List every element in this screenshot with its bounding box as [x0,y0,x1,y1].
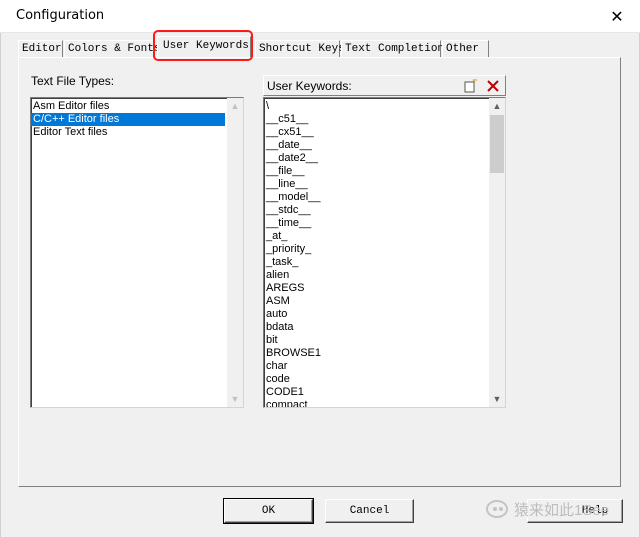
tab-label: Text Completion [345,43,445,55]
title-bar: Configuration ✕ [0,0,640,33]
tab-other[interactable]: Other [442,40,489,57]
scroll-thumb[interactable] [490,115,504,173]
tab-colors-fonts[interactable]: Colors & Fonts [64,40,160,57]
keyword-item[interactable]: __file__ [264,165,505,178]
keyword-item[interactable]: auto [264,308,505,321]
scroll-up-icon[interactable]: ▲ [489,98,505,114]
keyword-item[interactable]: alien [264,269,505,282]
new-keyword-button[interactable] [461,77,479,94]
keyword-item[interactable]: __model__ [264,191,505,204]
file-types-scrollbar[interactable]: ▲ ▼ [227,98,243,407]
keywords-scrollbar[interactable]: ▲ ▼ [489,98,505,407]
scroll-down-icon[interactable]: ▼ [227,391,243,407]
keyword-item[interactable]: ASM [264,295,505,308]
tab-label: Colors & Fonts [68,43,161,55]
keyword-item[interactable]: __cx51__ [264,126,505,139]
keyword-item[interactable]: __time__ [264,217,505,230]
keyword-item[interactable]: bit [264,334,505,347]
watermark: 猿来如此1See [486,498,609,520]
keyword-item[interactable]: __stdc__ [264,204,505,217]
keyword-item[interactable]: bdata [264,321,505,334]
keywords-label: User Keywords: [267,79,352,93]
tab-text-completion[interactable]: Text Completion [341,40,445,57]
tab-label: Other [446,43,480,55]
close-icon: ✕ [610,6,624,26]
keyword-item[interactable]: char [264,360,505,373]
tab-shortcut-keys[interactable]: Shortcut Keys [255,40,345,57]
keyword-item[interactable]: compact [264,399,505,407]
keyword-item[interactable]: _at_ [264,230,505,243]
tab-label: Shortcut Keys [259,43,345,55]
close-button[interactable]: ✕ [602,4,632,28]
delete-icon [487,79,499,92]
ok-label: OK [261,505,276,517]
keyword-item[interactable]: \ [264,100,505,113]
keyword-item[interactable]: code [264,373,505,386]
keywords-list[interactable]: \ __c51__ __cx51__ __date__ __date2__ __file_… [263,97,506,408]
keyword-item[interactable]: AREGS [264,282,505,295]
scroll-down-icon[interactable]: ▼ [489,391,505,407]
keyword-item[interactable]: __date__ [264,139,505,152]
new-item-icon [464,78,477,92]
tab-label: User Keywords [163,40,249,52]
file-type-item[interactable]: Editor Text files [31,126,243,139]
tab-user-keywords[interactable]: User Keywords [157,36,251,57]
keyword-item[interactable]: _priority_ [264,243,505,256]
scroll-up-icon[interactable]: ▲ [227,98,243,114]
tab-editor[interactable]: Editor [18,40,63,57]
keyword-item[interactable]: __date2__ [264,152,505,165]
delete-keyword-button[interactable] [484,77,502,94]
cancel-button[interactable]: Cancel [325,499,414,523]
window-title: Configuration [16,8,105,23]
watermark-text: 猿来如此1See [514,501,610,519]
file-types-label: Text File Types: [31,74,115,88]
cancel-label: Cancel [349,505,390,517]
file-type-item[interactable]: Asm Editor files [31,100,243,113]
tab-label: Editor [22,43,62,55]
wechat-icon [486,500,508,518]
file-types-list[interactable]: Asm Editor files C/C++ Editor files Editor… [30,97,244,408]
keywords-header: User Keywords: [263,75,506,96]
ok-button[interactable]: OK [223,498,314,524]
file-type-item[interactable]: C/C++ Editor files [31,113,225,126]
keyword-item[interactable]: BROWSE1 [264,347,505,360]
keyword-item[interactable]: _task_ [264,256,505,269]
keyword-item[interactable]: __c51__ [264,113,505,126]
keyword-item[interactable]: CODE1 [264,386,505,399]
keyword-item[interactable]: __line__ [264,178,505,191]
